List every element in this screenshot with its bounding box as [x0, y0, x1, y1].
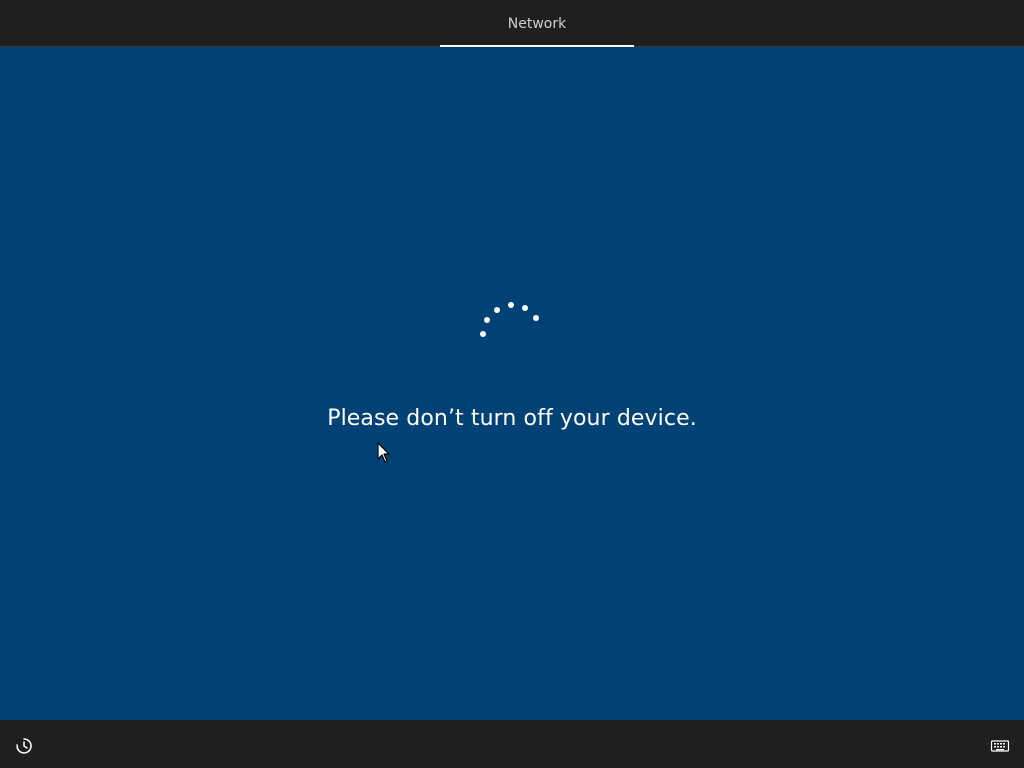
status-message: Please don’t turn off your device. — [327, 406, 697, 431]
ease-of-access-button[interactable] — [12, 734, 36, 758]
step-label: Network — [507, 15, 567, 32]
on-screen-keyboard-button[interactable] — [988, 734, 1012, 758]
bottom-bar — [0, 720, 1024, 768]
top-navigation-bar: Network — [0, 0, 1024, 47]
step-tab-network[interactable]: Network — [440, 0, 634, 47]
mouse-cursor-icon — [377, 442, 390, 463]
keyboard-icon — [990, 740, 1010, 752]
ease-of-access-icon — [16, 738, 32, 754]
loading-spinner-icon — [480, 302, 539, 337]
setup-screen: Network Please don’t turn off your devic… — [0, 0, 1024, 768]
main-panel: Please don’t turn off your device. — [0, 47, 1024, 720]
